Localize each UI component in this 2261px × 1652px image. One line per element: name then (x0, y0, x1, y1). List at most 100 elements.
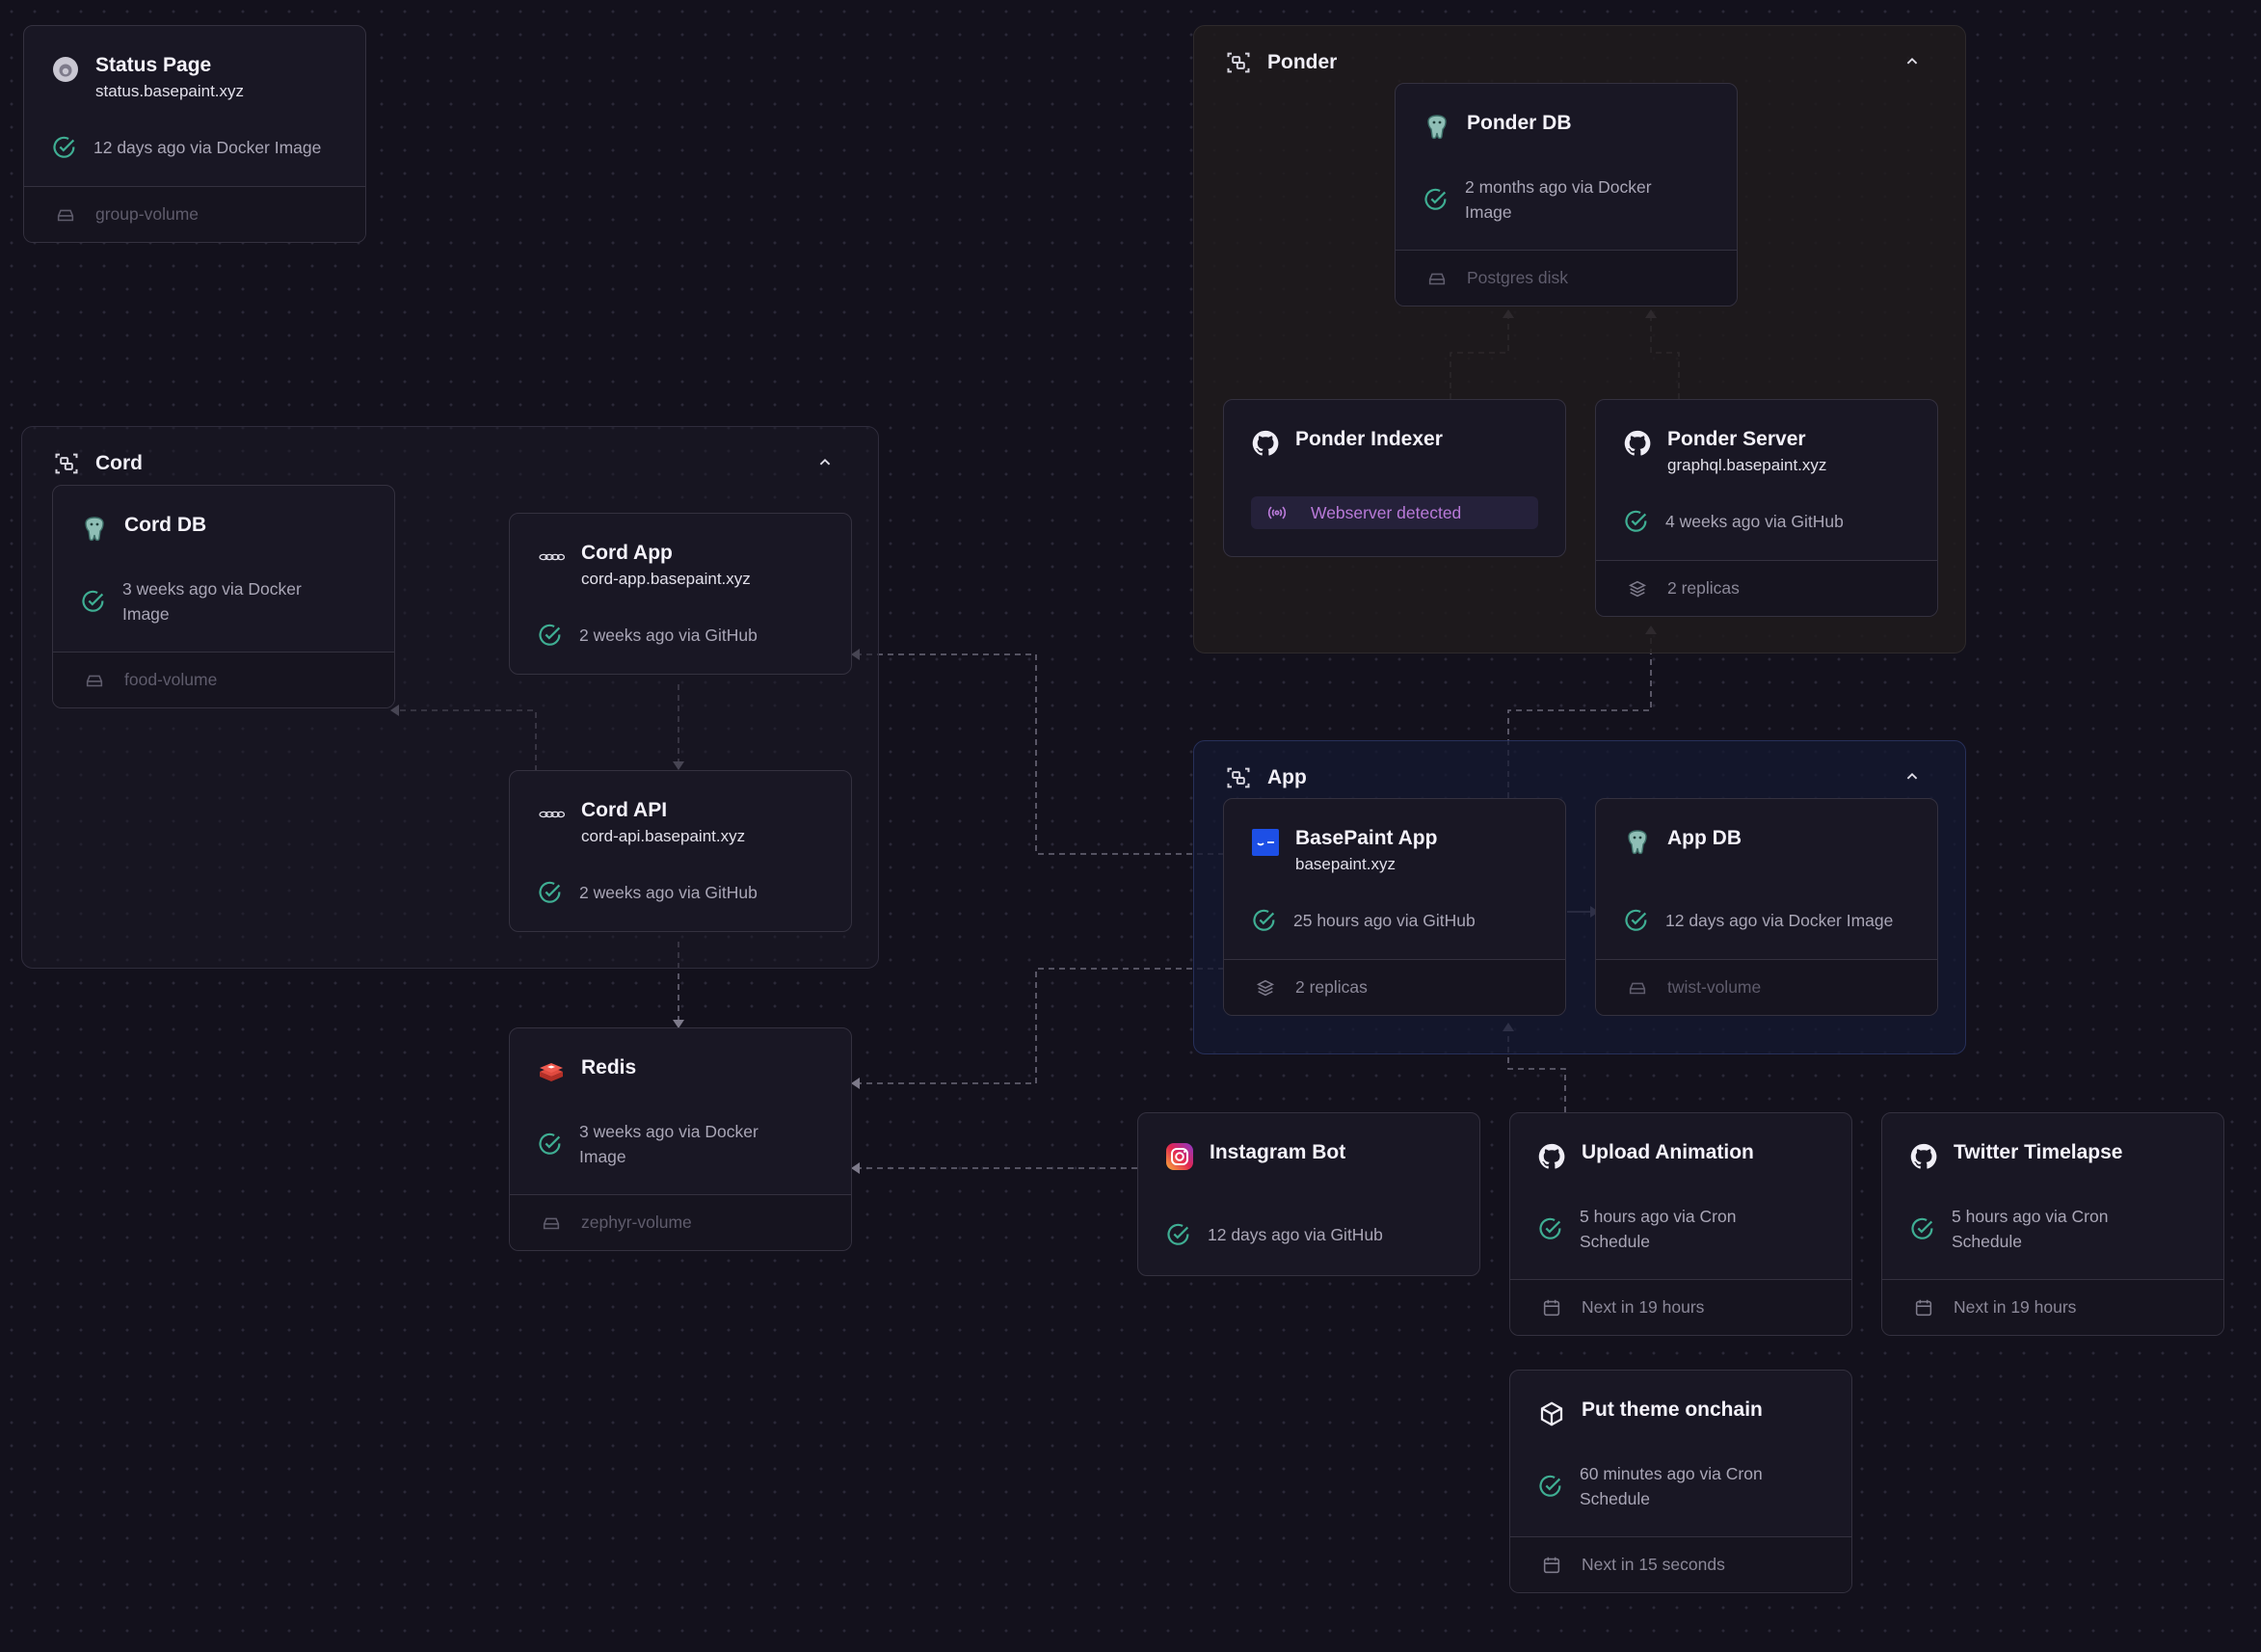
cron-footer[interactable]: Next in 15 seconds (1510, 1536, 1851, 1592)
volume-footer[interactable]: Postgres disk (1396, 250, 1737, 306)
deploy-status: 60 minutes ago via Cron Schedule (1580, 1464, 1763, 1508)
service-title: Ponder Indexer (1295, 428, 1443, 450)
check-circle-icon (539, 1132, 561, 1155)
check-circle-icon (1539, 1217, 1561, 1239)
calendar-icon (1543, 1299, 1560, 1316)
service-card-ponder-db[interactable]: Ponder DB 2 months ago via Docker Image … (1395, 83, 1738, 306)
redis-icon (540, 1063, 563, 1081)
service-title: Cord API (581, 799, 668, 821)
service-title: Upload Animation (1582, 1141, 1754, 1163)
check-circle-icon (1167, 1223, 1189, 1245)
service-card-status-page[interactable]: Status Page status.basepaint.xyz 12 days… (23, 25, 366, 243)
service-domain[interactable]: graphql.basepaint.xyz (1667, 456, 1826, 475)
basepaint-logo-icon (1252, 829, 1279, 856)
group-header: Ponder (1225, 49, 1337, 76)
deploy-status: 3 weeks ago via Docker Image (122, 579, 302, 624)
disk-icon (86, 675, 103, 686)
service-title: App DB (1667, 827, 1742, 849)
service-card-cord-app[interactable]: Cord App cord-app.basepaint.xyz 2 weeks … (509, 513, 852, 675)
postgres-icon (85, 517, 104, 542)
check-circle-icon (1911, 1217, 1933, 1239)
group-icon (1227, 52, 1250, 73)
volume-footer[interactable]: food-volume (53, 652, 394, 707)
service-card-redis[interactable]: Redis 3 weeks ago via Docker Image zephy… (509, 1027, 852, 1251)
service-title: BasePaint App (1295, 827, 1438, 849)
replicas-footer[interactable]: 2 replicas (1596, 560, 1937, 616)
service-title: Status Page (95, 54, 212, 76)
service-card-app-db[interactable]: App DB 12 days ago via Docker Image twis… (1595, 798, 1938, 1016)
badge-text: Webserver detected (1311, 502, 1462, 522)
service-card-twitter-timelapse[interactable]: Twitter Timelapse 5 hours ago via Cron S… (1881, 1112, 2224, 1336)
volume-name: food-volume (124, 670, 218, 689)
deploy-status: 12 days ago via Docker Image (1665, 911, 1894, 930)
deploy-status: 2 months ago via Docker Image (1465, 177, 1652, 222)
service-card-cord-api[interactable]: Cord API cord-api.basepaint.xyz 2 weeks … (509, 770, 852, 932)
next-run: Next in 19 hours (1582, 1297, 1705, 1317)
service-title: Redis (581, 1056, 637, 1079)
broadcast-icon (1267, 506, 1287, 520)
service-card-put-theme-onchain[interactable]: Put theme onchain 60 minutes ago via Cro… (1509, 1370, 1852, 1593)
deploy-status: 12 days ago via GitHub (1208, 1225, 1383, 1244)
group-title: App (1267, 766, 1307, 788)
check-circle-icon (1625, 510, 1647, 532)
volume-name: twist-volume (1667, 977, 1762, 997)
replicas-footer[interactable]: 2 replicas (1224, 959, 1565, 1015)
check-circle-icon (539, 624, 561, 646)
deploy-status: 3 weeks ago via Docker Image (579, 1122, 758, 1166)
postgres-icon (1628, 830, 1647, 855)
cron-footer[interactable]: Next in 19 hours (1882, 1279, 2223, 1335)
service-domain[interactable]: status.basepaint.xyz (95, 82, 244, 101)
github-icon (1910, 1143, 1937, 1169)
cron-footer[interactable]: Next in 19 hours (1510, 1279, 1851, 1335)
deploy-status: 4 weeks ago via GitHub (1665, 512, 1844, 531)
disk-icon (1428, 273, 1446, 284)
group-header: Cord (53, 450, 143, 477)
next-run: Next in 19 hours (1954, 1297, 2077, 1317)
service-domain[interactable]: cord-api.basepaint.xyz (581, 827, 745, 846)
deploy-status: 25 hours ago via GitHub (1293, 911, 1476, 930)
deploy-status: 5 hours ago via Cron Schedule (1580, 1207, 1737, 1251)
service-card-ponder-indexer[interactable]: Ponder Indexer Webserver detected (1223, 399, 1566, 557)
deploy-status: 12 days ago via Docker Image (93, 138, 322, 157)
edge-basepaint-redis (860, 968, 1224, 1084)
service-card-cord-db[interactable]: Cord DB 3 weeks ago via Docker Image foo… (52, 485, 395, 708)
check-circle-icon (1625, 909, 1647, 931)
calendar-icon (1915, 1299, 1932, 1316)
check-circle-icon (539, 881, 561, 903)
group-icon (55, 453, 78, 474)
service-title: Put theme onchain (1582, 1399, 1763, 1421)
github-icon (1252, 430, 1279, 456)
instagram-icon (1166, 1143, 1193, 1170)
service-domain[interactable]: cord-app.basepaint.xyz (581, 570, 751, 589)
check-circle-icon (53, 136, 75, 158)
service-card-instagram-bot[interactable]: Instagram Bot 12 days ago via GitHub (1137, 1112, 1480, 1276)
disk-icon (57, 209, 74, 221)
arrowhead (851, 1162, 860, 1174)
service-card-upload-animation[interactable]: Upload Animation 5 hours ago via Cron Sc… (1509, 1112, 1852, 1336)
chevron-up-icon[interactable] (1902, 51, 1923, 72)
service-title: Cord App (581, 542, 673, 564)
disk-icon (1629, 982, 1646, 994)
calendar-icon (1543, 1557, 1560, 1573)
deploy-status: 2 weeks ago via GitHub (579, 626, 758, 645)
cube-icon (1540, 1401, 1563, 1426)
service-title: Instagram Bot (1210, 1141, 1346, 1163)
webserver-badge[interactable]: Webserver detected (1251, 496, 1538, 529)
volume-footer[interactable]: group-volume (24, 186, 365, 242)
group-title: Ponder (1267, 51, 1338, 73)
chevron-up-icon[interactable] (814, 452, 836, 473)
replicas-count: 2 replicas (1667, 578, 1740, 598)
volume-name: Postgres disk (1467, 268, 1569, 287)
chevron-up-icon[interactable] (1902, 766, 1923, 787)
volume-footer[interactable]: twist-volume (1596, 959, 1937, 1015)
service-card-ponder-server[interactable]: Ponder Server graphql.basepaint.xyz 4 we… (1595, 399, 1938, 617)
check-circle-icon (1424, 188, 1447, 210)
group-title: Cord (95, 452, 143, 474)
service-card-basepaint-app[interactable]: BasePaint App basepaint.xyz 25 hours ago… (1223, 798, 1566, 1016)
disk-icon (543, 1217, 560, 1229)
layers-icon (1628, 580, 1647, 597)
github-icon (1538, 1143, 1565, 1169)
arrowhead (851, 1078, 860, 1089)
volume-footer[interactable]: zephyr-volume (510, 1194, 851, 1250)
service-domain[interactable]: basepaint.xyz (1295, 855, 1437, 874)
